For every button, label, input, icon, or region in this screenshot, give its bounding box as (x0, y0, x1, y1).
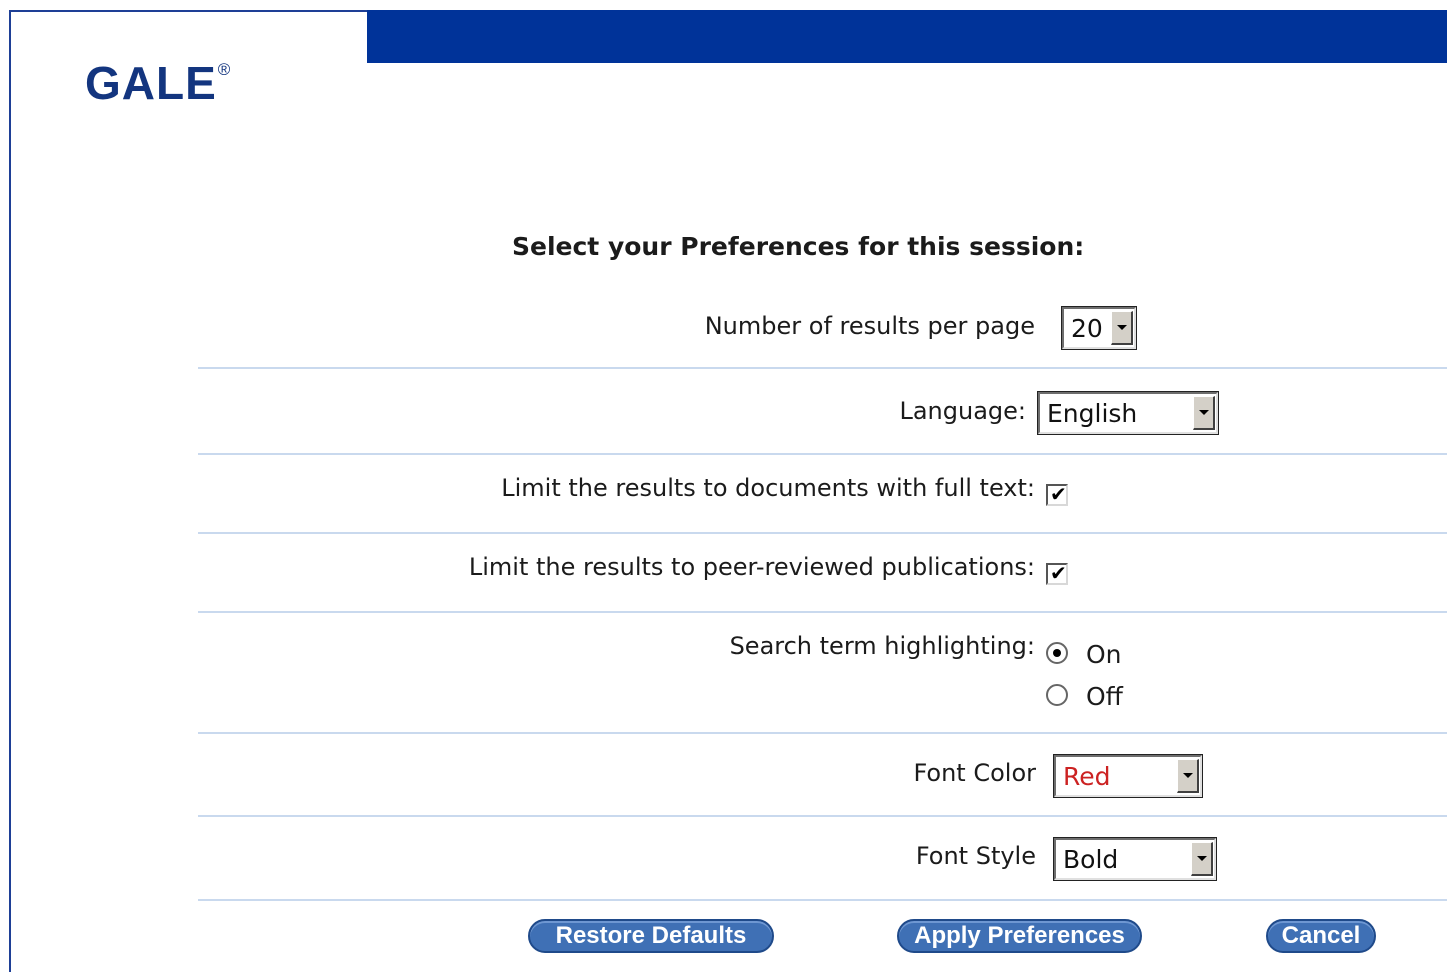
checkmark-icon: ✔ (1050, 561, 1067, 585)
font-style-label: Font Style (915, 842, 1036, 870)
full-text-checkbox[interactable]: ✔ (1046, 482, 1068, 506)
highlighting-off-radio[interactable] (1046, 684, 1068, 706)
chevron-down-icon[interactable] (1177, 759, 1199, 793)
registered-mark: ® (217, 59, 232, 79)
font-style-value: Bold (1063, 845, 1119, 874)
results-per-page-value: 20 (1071, 314, 1103, 343)
peer-reviewed-checkbox[interactable]: ✔ (1046, 561, 1068, 585)
separator (198, 815, 1447, 817)
highlighting-off-label[interactable]: Off (1086, 682, 1123, 711)
chevron-down-icon[interactable] (1111, 311, 1133, 345)
header-top-line (9, 10, 367, 12)
language-value: English (1047, 399, 1138, 428)
peer-reviewed-label: Limit the results to peer-reviewed publi… (468, 553, 1035, 581)
font-color-select[interactable]: Red (1053, 754, 1203, 798)
header-bar (367, 10, 1447, 63)
left-frame-border (9, 10, 11, 972)
page-title: Select your Preferences for this session… (512, 232, 1085, 261)
full-text-label: Limit the results to documents with full… (501, 474, 1035, 502)
restore-defaults-button[interactable]: Restore Defaults (528, 919, 774, 953)
cancel-button[interactable]: Cancel (1266, 919, 1376, 953)
gale-logo: GALE® (85, 56, 231, 110)
logo-text: GALE (85, 57, 217, 109)
chevron-down-icon[interactable] (1193, 396, 1215, 430)
separator (198, 899, 1447, 901)
separator (198, 732, 1447, 734)
highlighting-on-radio[interactable] (1046, 642, 1068, 664)
preferences-page: GALE® Select your Preferences for this s… (0, 0, 1447, 972)
font-color-label: Font Color (913, 759, 1036, 787)
separator (198, 453, 1447, 455)
highlighting-on-label[interactable]: On (1086, 640, 1122, 669)
language-select[interactable]: English (1037, 391, 1219, 435)
separator (198, 367, 1447, 369)
language-label: Language: (899, 397, 1026, 425)
chevron-down-icon[interactable] (1191, 842, 1213, 876)
checkmark-icon: ✔ (1050, 482, 1067, 506)
font-style-select[interactable]: Bold (1053, 837, 1217, 881)
separator (198, 532, 1447, 534)
results-per-page-select[interactable]: 20 (1061, 306, 1137, 350)
font-color-value: Red (1063, 762, 1111, 791)
highlighting-label: Search term highlighting: (729, 632, 1035, 660)
apply-preferences-button[interactable]: Apply Preferences (897, 919, 1142, 953)
results-per-page-label: Number of results per page (704, 312, 1035, 340)
separator (198, 611, 1447, 613)
